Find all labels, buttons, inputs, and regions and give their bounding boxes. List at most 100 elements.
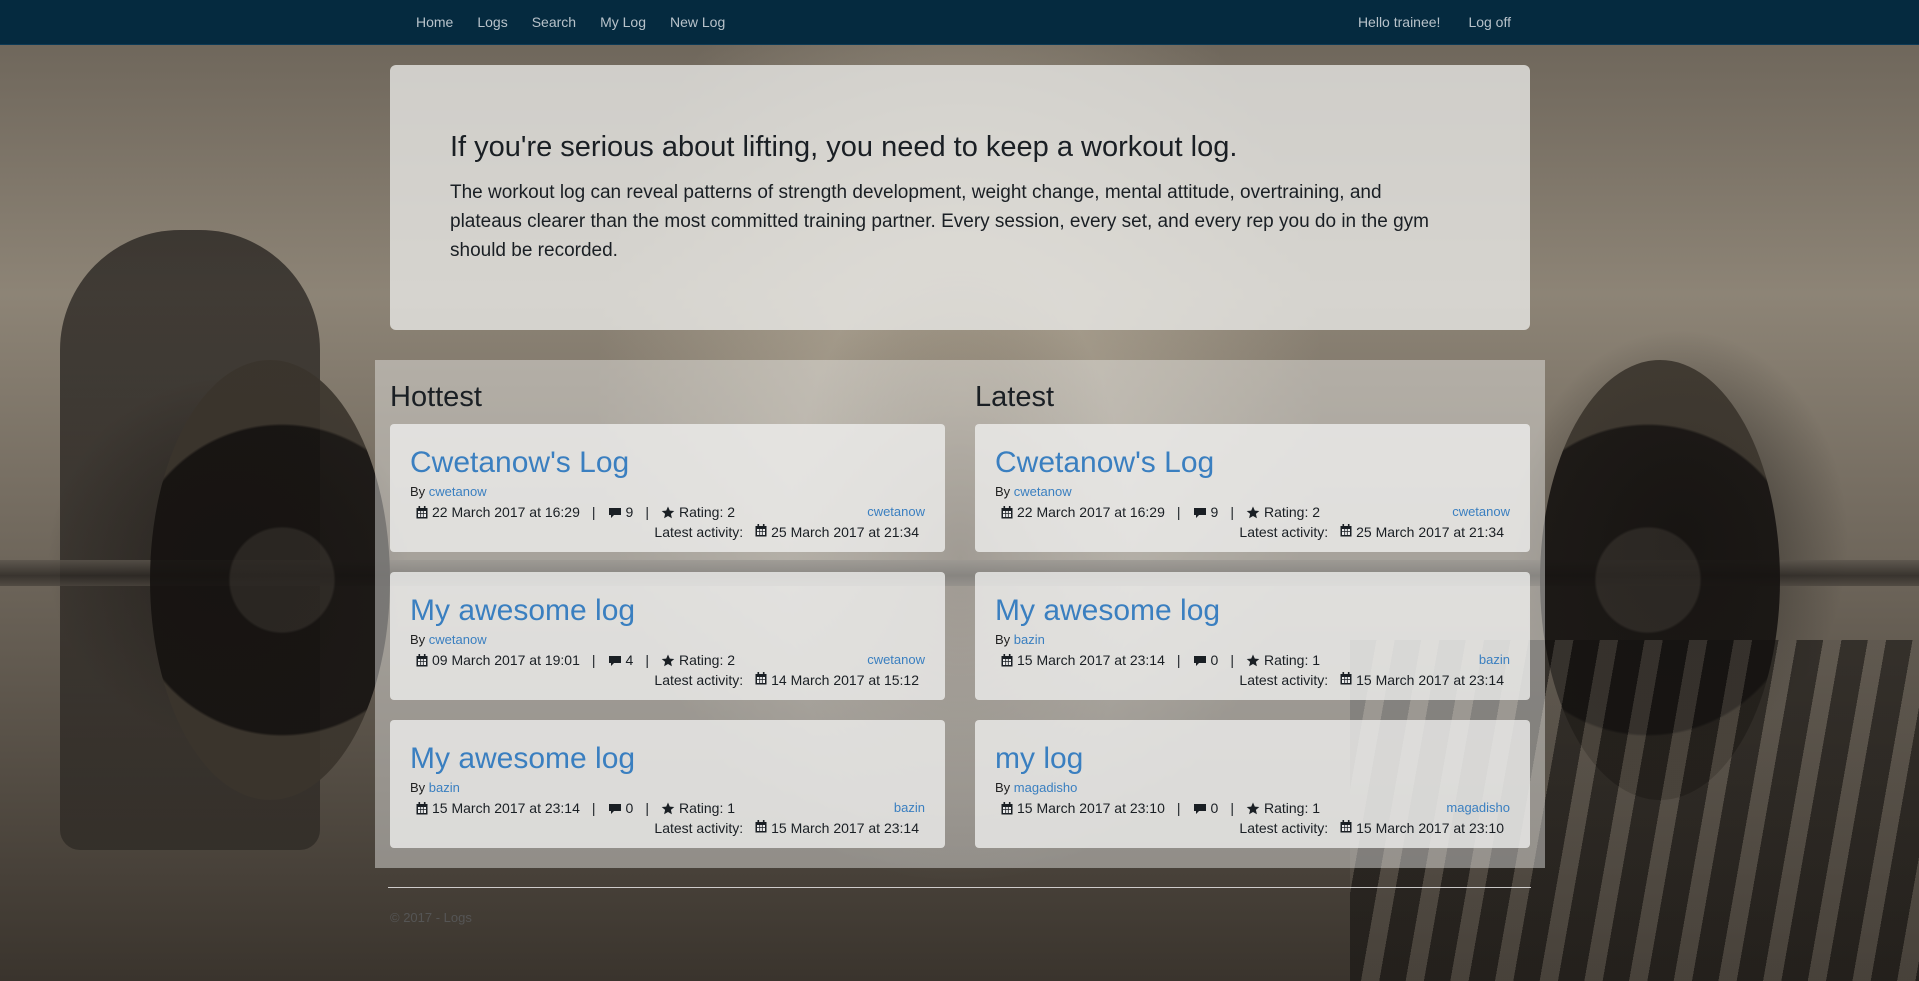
comment-icon	[1193, 504, 1207, 520]
latest-heading: Latest	[975, 381, 1054, 413]
log-author-link[interactable]: cwetanow	[429, 632, 487, 647]
log-latest-activity: Latest activity: 15 March 2017 at 23:10	[1239, 820, 1504, 836]
rating-label: Rating:	[678, 800, 724, 816]
separator: |	[1230, 652, 1234, 668]
log-author-link[interactable]: cwetanow	[429, 484, 487, 499]
log-latest-activity: Latest activity: 25 March 2017 at 21:34	[1239, 524, 1504, 540]
log-author-line: By bazin	[410, 780, 460, 795]
log-activity-date: 15 March 2017 at 23:14	[1356, 672, 1504, 688]
log-author-link[interactable]: magadisho	[1014, 780, 1078, 795]
log-author-line: By cwetanow	[410, 632, 487, 647]
by-label: By	[995, 780, 1011, 795]
log-card: my log By magadisho 15 March 2017 at 23:…	[975, 720, 1530, 848]
separator: |	[645, 652, 649, 668]
latest-activity-label: Latest activity:	[654, 820, 744, 836]
log-rating-value: 2	[727, 652, 736, 668]
log-owner-link[interactable]: cwetanow	[1452, 504, 1510, 519]
navbar-inner: Home Logs Search My Log New Log Hello tr…	[404, 0, 1525, 44]
jumbotron-text: The workout log can reveal patterns of s…	[450, 182, 1429, 261]
log-activity-date: 25 March 2017 at 21:34	[771, 524, 919, 540]
log-owner-link[interactable]: magadisho	[1446, 800, 1510, 815]
log-comment-count: 9	[625, 504, 634, 520]
log-rating-value: 1	[1312, 652, 1321, 668]
rating-label: Rating:	[1263, 652, 1309, 668]
log-author-link[interactable]: cwetanow	[1014, 484, 1072, 499]
log-meta: 15 March 2017 at 23:14 | 0 | Rating: 1	[416, 800, 735, 816]
calendar-icon	[755, 820, 767, 836]
calendar-icon	[755, 524, 767, 540]
calendar-icon	[1001, 504, 1013, 520]
log-rating-value: 2	[727, 504, 736, 520]
latest-activity-label: Latest activity:	[1239, 672, 1329, 688]
log-card: Cwetanow's Log By cwetanow 22 March 2017…	[975, 424, 1530, 552]
separator: |	[645, 504, 649, 520]
star-icon	[661, 504, 675, 520]
by-label: By	[410, 484, 426, 499]
log-rating-value: 1	[1312, 800, 1321, 816]
log-title-link[interactable]: My awesome log	[410, 742, 635, 776]
log-owner-link[interactable]: cwetanow	[867, 504, 925, 519]
calendar-icon	[755, 672, 767, 688]
separator: |	[645, 800, 649, 816]
rating-label: Rating:	[1263, 800, 1309, 816]
log-card: My awesome log By bazin 15 March 2017 at…	[390, 720, 945, 848]
nav-logoff[interactable]: Log off	[1454, 2, 1525, 42]
separator: |	[1230, 800, 1234, 816]
log-created-date: 09 March 2017 at 19:01	[432, 652, 580, 668]
log-card: My awesome log By bazin 15 March 2017 at…	[975, 572, 1530, 700]
log-meta: 22 March 2017 at 16:29 | 9 | Rating: 2	[416, 504, 735, 520]
log-owner-link[interactable]: cwetanow	[867, 652, 925, 667]
log-title-link[interactable]: My awesome log	[410, 594, 635, 628]
log-created-date: 15 March 2017 at 23:14	[432, 800, 580, 816]
log-author-link[interactable]: bazin	[429, 780, 460, 795]
log-meta: 22 March 2017 at 16:29 | 9 | Rating: 2	[1001, 504, 1320, 520]
log-author-link[interactable]: bazin	[1014, 632, 1045, 647]
footer-divider	[388, 887, 1531, 888]
star-icon	[661, 652, 675, 668]
separator: |	[1176, 652, 1181, 668]
latest-column: Latest Cwetanow's Log By cwetanow 22 Mar…	[975, 380, 1530, 848]
nav-greeting[interactable]: Hello trainee!	[1344, 2, 1455, 42]
jumbotron-heading: If you're serious about lifting, you nee…	[450, 131, 1238, 163]
log-latest-activity: Latest activity: 15 March 2017 at 23:14	[654, 820, 919, 836]
separator: |	[591, 504, 596, 520]
comment-icon	[608, 652, 622, 668]
log-owner-link[interactable]: bazin	[894, 800, 925, 815]
log-title-link[interactable]: My awesome log	[995, 594, 1220, 628]
rating-label: Rating:	[1263, 504, 1309, 520]
by-label: By	[995, 632, 1011, 647]
nav-search[interactable]: Search	[520, 2, 588, 42]
footer-text: © 2017 - Logs	[390, 910, 472, 925]
log-owner-link[interactable]: bazin	[1479, 652, 1510, 667]
latest-activity-label: Latest activity:	[654, 672, 744, 688]
log-rating-value: 2	[1312, 504, 1321, 520]
log-author-line: By bazin	[995, 632, 1045, 647]
separator: |	[1230, 504, 1234, 520]
comment-icon	[1193, 800, 1207, 816]
nav-new-log[interactable]: New Log	[658, 2, 737, 42]
navbar: Home Logs Search My Log New Log Hello tr…	[0, 0, 1919, 45]
log-comment-count: 0	[1210, 652, 1219, 668]
log-comment-count: 4	[625, 652, 634, 668]
log-title-link[interactable]: Cwetanow's Log	[410, 446, 629, 480]
nav-home[interactable]: Home	[404, 2, 465, 42]
log-author-line: By cwetanow	[995, 484, 1072, 499]
background-plate-right	[1540, 360, 1780, 800]
log-comment-count: 9	[1210, 504, 1219, 520]
log-card: My awesome log By cwetanow 09 March 2017…	[390, 572, 945, 700]
nav-logs[interactable]: Logs	[465, 2, 519, 42]
nav-my-log[interactable]: My Log	[588, 2, 658, 42]
calendar-icon	[416, 800, 428, 816]
star-icon	[1246, 504, 1260, 520]
hottest-column: Hottest Cwetanow's Log By cwetanow 22 Ma…	[390, 380, 945, 848]
log-activity-date: 15 March 2017 at 23:14	[771, 820, 919, 836]
log-latest-activity: Latest activity: 25 March 2017 at 21:34	[654, 524, 919, 540]
nav-main-links: Home Logs Search My Log New Log	[404, 2, 737, 42]
calendar-icon	[1340, 524, 1352, 540]
log-meta: 15 March 2017 at 23:14 | 0 | Rating: 1	[1001, 652, 1320, 668]
log-author-line: By magadisho	[995, 780, 1077, 795]
log-title-link[interactable]: my log	[995, 742, 1083, 776]
log-title-link[interactable]: Cwetanow's Log	[995, 446, 1214, 480]
latest-cards: Cwetanow's Log By cwetanow 22 March 2017…	[975, 424, 1530, 848]
log-created-date: 22 March 2017 at 16:29	[432, 504, 580, 520]
